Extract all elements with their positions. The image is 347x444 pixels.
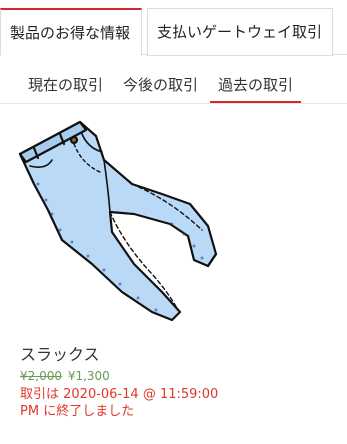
- main-tab-bar: 製品のお得な情報 支払いゲートウェイ取引: [0, 0, 347, 56]
- tab-payment-gateway-deals[interactable]: 支払いゲートウェイ取引: [147, 8, 333, 56]
- product-name[interactable]: スラックス: [20, 341, 100, 365]
- tab-product-deals[interactable]: 製品のお得な情報: [0, 8, 142, 56]
- tab-upcoming-deals[interactable]: 今後の取引: [115, 70, 206, 104]
- price-row: ¥2,000 ¥1,300: [20, 369, 110, 383]
- tab-past-deals[interactable]: 過去の取引: [210, 70, 302, 104]
- deal-ended-status: 取引は 2020-06-14 @ 11:59:00 PM に終了しました: [20, 387, 219, 419]
- jeans-icon[interactable]: [12, 114, 222, 326]
- tab-current-deals[interactable]: 現在の取引: [20, 70, 111, 104]
- deal-price: ¥1,300: [67, 369, 110, 383]
- original-price: ¥2,000: [20, 369, 62, 383]
- deal-filter-tabs: 現在の取引 今後の取引 過去の取引: [0, 70, 347, 104]
- product-card[interactable]: スラックス ¥2,000 ¥1,300 取引は 2020-06-14 @ 11:…: [0, 104, 347, 444]
